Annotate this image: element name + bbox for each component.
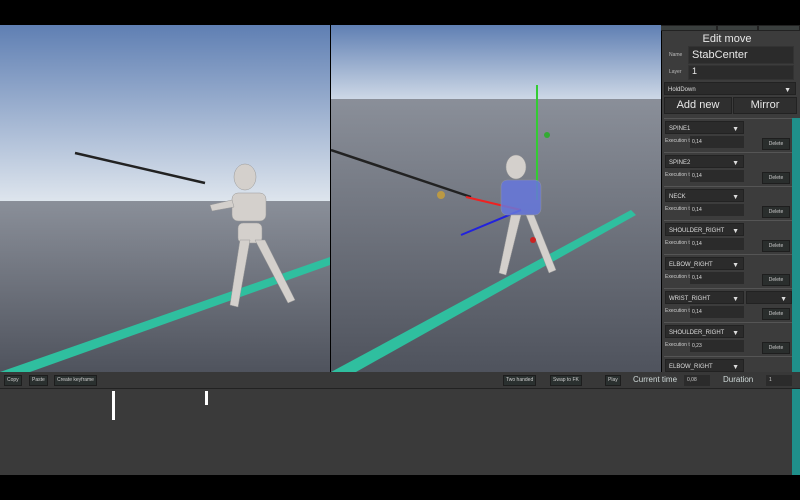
name-input[interactable]: StabCenter xyxy=(688,46,794,64)
chevron-down-icon: ▼ xyxy=(732,262,739,269)
bone-dropdown[interactable]: ELBOW_RIGHT ▼ xyxy=(665,359,744,372)
delete-button[interactable]: Delete xyxy=(762,206,790,218)
chevron-down-icon: ▼ xyxy=(732,330,739,337)
execution-time-input[interactable]: 0,14 xyxy=(690,204,744,216)
wrist-target-dropdown[interactable]: ▼ xyxy=(746,291,792,304)
swap-to-fk-button[interactable]: Swap to FK xyxy=(550,375,582,386)
chevron-down-icon: ▼ xyxy=(732,194,739,201)
bone-entry: WRIST_RIGHT ▼ ▼ Execution time 0,14 Delete xyxy=(664,288,792,322)
chevron-down-icon: ▼ xyxy=(732,364,739,371)
chevron-down-icon: ▼ xyxy=(732,126,739,133)
layer-label: Layer xyxy=(669,69,682,75)
bone-entry: ELBOW_RIGHT ▼ xyxy=(664,356,792,372)
bone-entry: ELBOW_RIGHT ▼ Execution time 0,14 Delete xyxy=(664,254,792,288)
execution-time-input[interactable]: 0,23 xyxy=(690,340,744,352)
current-time-label: Current time xyxy=(633,375,678,384)
delete-button[interactable]: Delete xyxy=(762,308,790,320)
chevron-down-icon: ▼ xyxy=(732,228,739,235)
add-new-button[interactable]: Add new xyxy=(664,97,732,114)
delete-button[interactable]: Delete xyxy=(762,342,790,354)
layer-input[interactable]: 1 xyxy=(688,65,794,80)
execution-time-input[interactable]: 0,14 xyxy=(690,170,744,182)
bone-entry: SPINE1 ▼ Execution time 0,14 Delete xyxy=(664,118,792,152)
bone-entry: SHOULDER_RIGHT ▼ Execution time 0,14 Delete xyxy=(664,220,792,254)
edit-viewport[interactable] xyxy=(331,25,661,372)
chevron-down-icon: ▼ xyxy=(784,87,791,94)
current-time-input[interactable]: 0,08 xyxy=(684,375,710,386)
timeline-scrollbar[interactable] xyxy=(792,389,800,475)
chevron-down-icon: ▼ xyxy=(780,296,787,303)
execution-time-input[interactable]: 0,14 xyxy=(690,136,744,148)
duration-label: Duration xyxy=(723,375,754,384)
play-button[interactable]: Play xyxy=(605,375,621,386)
name-label: Name xyxy=(669,52,683,58)
bone-dropdown[interactable]: SHOULDER_RIGHT ▼ xyxy=(665,325,744,338)
hold-dropdown-value: HoldDown xyxy=(668,87,696,93)
timeline[interactable] xyxy=(0,389,792,475)
mirror-button[interactable]: Mirror xyxy=(733,97,797,114)
bone-entry: NECK ▼ Execution time 0,14 Delete xyxy=(664,186,792,220)
execution-time-input[interactable]: 0,14 xyxy=(690,272,744,284)
bone-dropdown[interactable]: WRIST_RIGHT ▼ xyxy=(665,291,744,304)
panel-title: Edit move xyxy=(702,33,752,45)
bone-entry: SHOULDER_RIGHT ▼ Execution time 0,23 Delete xyxy=(664,322,792,356)
preview-viewport[interactable] xyxy=(0,25,330,372)
create-keyframe-button[interactable]: Create keyframe xyxy=(54,375,97,386)
chevron-down-icon: ▼ xyxy=(732,160,739,167)
delete-button[interactable]: Delete xyxy=(762,172,790,184)
bone-dropdown[interactable]: ELBOW_RIGHT ▼ xyxy=(665,257,744,270)
bone-dropdown[interactable]: SHOULDER_RIGHT ▼ xyxy=(665,223,744,236)
execution-time-input[interactable]: 0,14 xyxy=(690,306,744,318)
bone-dropdown[interactable]: NECK ▼ xyxy=(665,189,744,202)
panel-scrollbar[interactable] xyxy=(792,118,800,372)
keyframe-marker[interactable] xyxy=(205,391,208,405)
bone-dropdown[interactable]: SPINE2 ▼ xyxy=(665,155,744,168)
duration-input[interactable]: 1 xyxy=(766,375,792,386)
delete-button[interactable]: Delete xyxy=(762,274,790,286)
edit-move-panel: Edit move Name StabCenter Layer 1 HoldDo… xyxy=(662,31,800,372)
bone-dropdown[interactable]: SPINE1 ▼ xyxy=(665,121,744,134)
bone-entry: SPINE2 ▼ Execution time 0,14 Delete xyxy=(664,152,792,186)
delete-button[interactable]: Delete xyxy=(762,138,790,150)
hold-dropdown[interactable]: HoldDown ▼ xyxy=(664,82,796,95)
execution-time-input[interactable]: 0,14 xyxy=(690,238,744,250)
timeline-toolbar: Copy Paste Create keyframe Two handed Sw… xyxy=(0,372,800,389)
copy-button[interactable]: Copy xyxy=(4,375,22,386)
paste-button[interactable]: Paste xyxy=(29,375,48,386)
two-handed-button[interactable]: Two handed xyxy=(503,375,537,386)
delete-button[interactable]: Delete xyxy=(762,240,790,252)
chevron-down-icon: ▼ xyxy=(732,296,739,303)
keyframe-marker[interactable] xyxy=(112,391,115,420)
